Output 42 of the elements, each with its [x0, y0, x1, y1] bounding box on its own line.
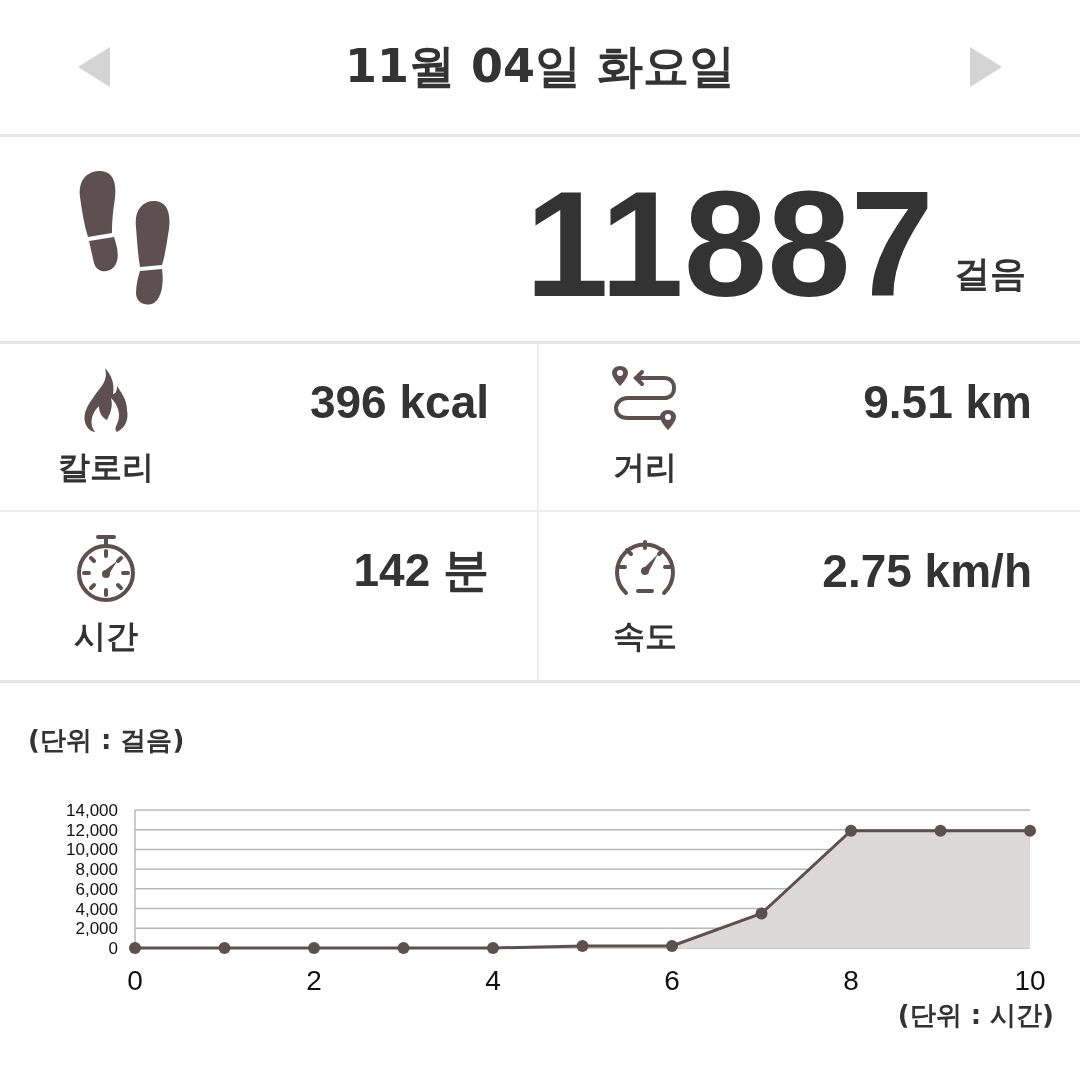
- y-tick-label: 6,000: [75, 879, 118, 899]
- data-point: [845, 824, 857, 837]
- data-point: [934, 824, 947, 837]
- y-tick-label: 14,000: [66, 801, 118, 820]
- stat-value: 396 kcal: [308, 375, 489, 429]
- data-point: [487, 942, 499, 954]
- next-button[interactable]: [970, 47, 1002, 87]
- step-unit: 걸음: [954, 252, 1026, 296]
- data-point: [755, 907, 768, 920]
- x-tick-label: 4: [485, 965, 501, 996]
- data-point: [218, 942, 231, 954]
- y-tick-label: 12,000: [66, 820, 118, 840]
- x-tick-label: 6: [664, 965, 680, 996]
- y-axis-unit: (단위 : 걸음): [28, 724, 186, 757]
- date-title: 11월 04일 화요일: [344, 38, 736, 95]
- stat-value: 9.51 km: [862, 375, 1032, 429]
- data-point: [576, 940, 589, 953]
- left-triangle-icon: [78, 47, 110, 87]
- stat-value: 2.75 km/h: [821, 544, 1032, 598]
- stat-label: 칼로리: [58, 447, 154, 488]
- step-count: 11887: [525, 169, 934, 319]
- stat-label: 거리: [613, 447, 677, 488]
- right-triangle-icon: [970, 47, 1002, 87]
- x-tick-label: 10: [1014, 965, 1046, 996]
- data-point: [129, 942, 141, 954]
- data-point: [1024, 824, 1036, 837]
- x-tick-label: 8: [843, 965, 859, 996]
- previous-button[interactable]: [78, 47, 110, 87]
- y-tick-label: 0: [108, 939, 118, 958]
- stat-label: 시간: [74, 616, 138, 657]
- data-point: [666, 940, 678, 953]
- stat-value: 142 분: [352, 543, 489, 598]
- y-tick-label: 10,000: [66, 840, 118, 860]
- stat-label: 속도: [613, 616, 677, 657]
- x-tick-label: 0: [127, 965, 143, 996]
- data-point: [397, 942, 410, 954]
- y-tick-label: 8,000: [75, 860, 118, 880]
- x-axis-unit: (단위 : 시간): [897, 999, 1054, 1032]
- y-tick-label: 2,000: [75, 919, 118, 939]
- y-tick-label: 4,000: [75, 899, 118, 919]
- x-tick-label: 2: [306, 965, 322, 996]
- data-point: [308, 942, 320, 954]
